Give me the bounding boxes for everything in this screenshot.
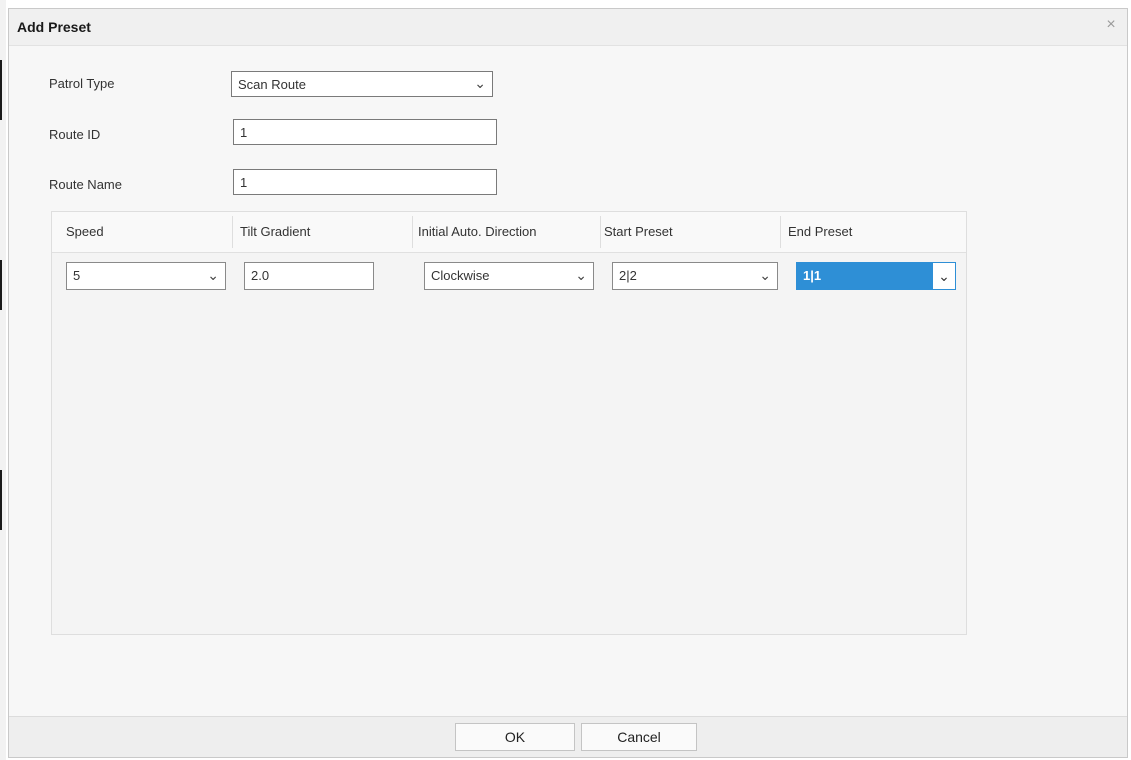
route-name-input[interactable]: 1 xyxy=(233,169,497,195)
edge-mark xyxy=(0,60,2,120)
tilt-gradient-input[interactable]: 2.0 xyxy=(244,262,374,290)
end-preset-select[interactable]: 1|1 ⌄ xyxy=(796,262,956,290)
speed-value: 5 xyxy=(73,268,81,283)
table-header: Speed Tilt Gradient Initial Auto. Direct… xyxy=(52,212,966,253)
add-preset-dialog: Add Preset × Patrol Type Scan Route ⌄ Ro… xyxy=(8,8,1128,758)
column-header-direction: Initial Auto. Direction xyxy=(418,224,537,239)
column-divider xyxy=(412,216,413,248)
column-header-tilt-gradient: Tilt Gradient xyxy=(240,224,311,239)
speed-select[interactable]: 5 ⌄ xyxy=(66,262,226,290)
patrol-type-select[interactable]: Scan Route ⌄ xyxy=(231,71,493,97)
route-name-label: Route Name xyxy=(49,177,122,192)
dialog-titlebar: Add Preset × xyxy=(9,9,1127,46)
ok-button[interactable]: OK xyxy=(455,723,575,751)
tilt-gradient-value: 2.0 xyxy=(251,268,270,283)
edge-mark xyxy=(0,260,2,310)
column-header-end-preset: End Preset xyxy=(788,224,853,239)
start-preset-select[interactable]: 2|2 ⌄ xyxy=(612,262,778,290)
chevron-down-icon: ⌄ xyxy=(474,75,486,91)
chevron-down-icon: ⌄ xyxy=(759,267,771,283)
chevron-down-icon: ⌄ xyxy=(207,267,219,283)
column-divider xyxy=(600,216,601,248)
direction-select[interactable]: Clockwise ⌄ xyxy=(424,262,594,290)
start-preset-value: 2|2 xyxy=(619,268,637,283)
direction-value: Clockwise xyxy=(431,268,490,283)
route-id-input[interactable]: 1 xyxy=(233,119,497,145)
preset-table: Speed Tilt Gradient Initial Auto. Direct… xyxy=(51,211,967,635)
column-divider xyxy=(232,216,233,248)
route-id-value: 1 xyxy=(240,125,248,140)
dialog-title: Add Preset xyxy=(17,19,91,35)
end-preset-value: 1|1 xyxy=(803,268,822,283)
column-header-start-preset: Start Preset xyxy=(604,224,673,239)
chevron-down-icon: ⌄ xyxy=(933,263,955,289)
close-icon[interactable]: × xyxy=(1101,15,1121,35)
window-left-edge xyxy=(0,0,6,760)
column-header-speed: Speed xyxy=(66,224,104,239)
column-divider xyxy=(780,216,781,248)
route-name-value: 1 xyxy=(240,175,248,190)
chevron-down-icon: ⌄ xyxy=(575,267,587,283)
cancel-button[interactable]: Cancel xyxy=(581,723,697,751)
route-id-label: Route ID xyxy=(49,127,101,142)
patrol-type-value: Scan Route xyxy=(238,77,306,92)
patrol-type-label: Patrol Type xyxy=(49,76,115,91)
dialog-footer: OK Cancel xyxy=(9,716,1127,757)
edge-mark xyxy=(0,470,2,530)
